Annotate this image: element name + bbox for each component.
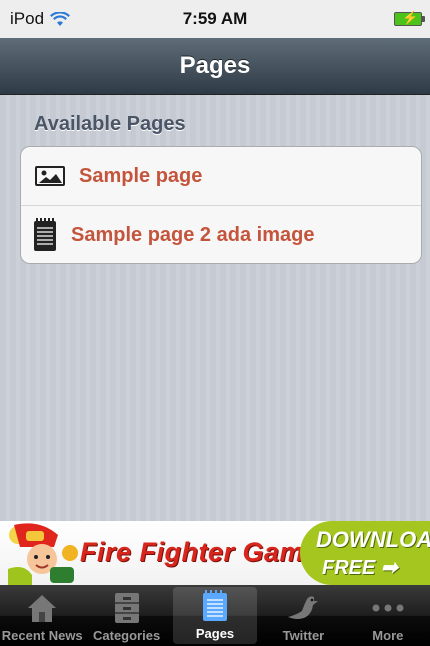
more-icon bbox=[368, 592, 408, 624]
tab-label: Twitter bbox=[282, 628, 325, 643]
notepad-icon bbox=[33, 218, 57, 252]
content-area[interactable]: Available Pages Sample page Sample page … bbox=[0, 95, 430, 521]
status-left: iPod bbox=[10, 9, 71, 29]
section-header: Available Pages bbox=[34, 113, 186, 135]
pages-list: Sample page Sample page 2 ada image bbox=[20, 146, 422, 264]
bird-icon bbox=[283, 592, 323, 624]
list-item-label: Sample page 2 ada image bbox=[71, 223, 315, 246]
tab-recent-news[interactable]: Recent News bbox=[0, 585, 84, 646]
ad-cta-line2: FREE ➡ bbox=[322, 557, 398, 579]
status-bar: iPod 7:59 AM ⚡ bbox=[0, 0, 430, 38]
image-icon bbox=[35, 166, 65, 186]
tab-bar: Recent News Categories Pages Twitter Mor… bbox=[0, 585, 430, 646]
navigation-bar: Pages bbox=[0, 38, 430, 95]
ad-download-button[interactable]: DOWNLOAD FREE ➡ bbox=[300, 521, 430, 585]
firefighter-mascot-icon bbox=[8, 523, 78, 585]
notepad-icon bbox=[195, 590, 235, 622]
tab-label: Pages bbox=[195, 626, 235, 641]
ad-title: Fire Fighter Game bbox=[80, 537, 320, 567]
battery-icon: ⚡ bbox=[394, 10, 425, 26]
tab-more[interactable]: More bbox=[346, 585, 430, 646]
page-title: Pages bbox=[179, 52, 251, 79]
ad-banner[interactable]: Fire Fighter Game DOWNLOAD FREE ➡ bbox=[0, 521, 430, 585]
tab-label: Recent News bbox=[1, 628, 83, 643]
home-icon bbox=[22, 592, 62, 624]
cabinet-icon bbox=[107, 592, 147, 624]
tab-twitter[interactable]: Twitter bbox=[261, 585, 345, 646]
list-item-sample-page-2[interactable]: Sample page 2 ada image bbox=[21, 205, 421, 263]
tab-pages[interactable]: Pages bbox=[172, 587, 258, 644]
tab-categories[interactable]: Categories bbox=[84, 585, 168, 646]
wifi-icon bbox=[50, 11, 71, 26]
tab-label: Categories bbox=[93, 628, 161, 643]
carrier-label: iPod bbox=[10, 9, 45, 28]
list-item-label: Sample page bbox=[79, 164, 203, 187]
ad-cta-line1: DOWNLOAD bbox=[316, 527, 430, 552]
tab-label: More bbox=[372, 628, 404, 643]
list-item-sample-page[interactable]: Sample page bbox=[21, 147, 421, 205]
